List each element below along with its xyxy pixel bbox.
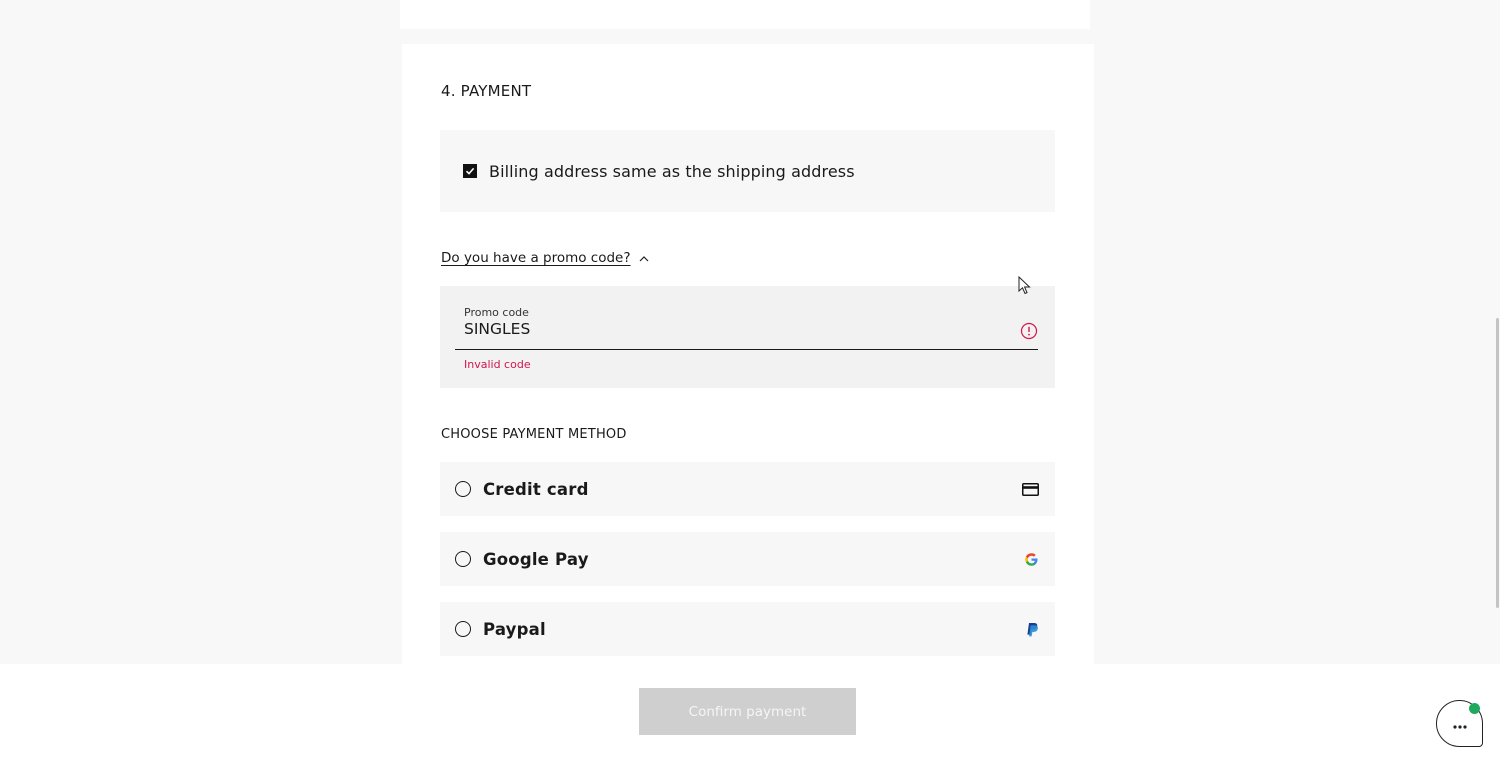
- page-scrollbar[interactable]: [1494, 0, 1500, 758]
- billing-same-as-shipping[interactable]: Billing address same as the shipping add…: [440, 130, 1055, 212]
- billing-label: Billing address same as the shipping add…: [489, 161, 855, 181]
- error-alert-icon: [1020, 322, 1038, 344]
- payment-method-label: Paypal: [483, 619, 546, 639]
- paypal-icon: [1026, 622, 1039, 637]
- payment-method-label: Google Pay: [483, 549, 589, 569]
- google-pay-radio[interactable]: [455, 551, 471, 567]
- chat-more-icon: [1452, 714, 1467, 733]
- promo-code-input[interactable]: [463, 320, 1003, 338]
- section-title: 4. PAYMENT: [441, 82, 532, 100]
- confirm-payment-button[interactable]: Confirm payment: [639, 688, 856, 735]
- scrollbar-thumb[interactable]: [1496, 318, 1499, 608]
- payment-method-paypal[interactable]: Paypal: [440, 602, 1055, 656]
- promo-code-label: Promo code: [464, 306, 529, 319]
- google-icon: [1024, 552, 1039, 567]
- footer-bar: Confirm payment: [0, 664, 1500, 758]
- chat-button[interactable]: [1436, 700, 1483, 747]
- promo-error-message: Invalid code: [464, 358, 531, 371]
- payment-method-google-pay[interactable]: Google Pay: [440, 532, 1055, 586]
- chevron-up-icon: [639, 250, 649, 266]
- promo-toggle-label[interactable]: Do you have a promo code?: [441, 250, 631, 266]
- promo-code-field: Promo code: [455, 300, 1038, 350]
- billing-checkbox[interactable]: [463, 164, 477, 178]
- checkmark-icon: [465, 167, 475, 175]
- credit-card-radio[interactable]: [455, 481, 471, 497]
- paypal-radio[interactable]: [455, 621, 471, 637]
- previous-section-card: [400, 0, 1090, 29]
- credit-card-icon: [1022, 482, 1039, 496]
- payment-method-title: CHOOSE PAYMENT METHOD: [441, 427, 627, 442]
- promo-code-panel: Promo code Invalid code: [440, 286, 1055, 388]
- promo-code-toggle[interactable]: Do you have a promo code?: [441, 250, 649, 266]
- payment-method-credit-card[interactable]: Credit card: [440, 462, 1055, 516]
- mouse-cursor-icon: [1018, 275, 1032, 300]
- payment-method-label: Credit card: [483, 479, 589, 499]
- online-status-dot: [1469, 703, 1480, 714]
- payment-section: 4. PAYMENT Billing address same as the s…: [402, 44, 1094, 664]
